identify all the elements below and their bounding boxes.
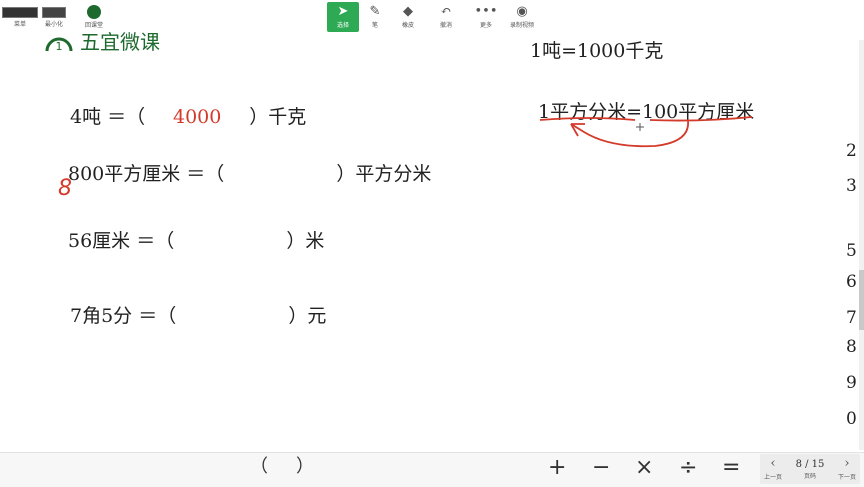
menu-icon xyxy=(2,6,38,18)
pen-tool-label: 笔 xyxy=(371,22,378,29)
eraser-tool-label: 橡皮 xyxy=(401,22,414,29)
pen-icon: ✎ xyxy=(369,4,381,19)
minimize-button[interactable]: 最小化 xyxy=(40,2,68,32)
classroom-button[interactable]: 回课堂 xyxy=(80,2,108,32)
prev-page-button[interactable]: ‹ 上一页 xyxy=(760,454,786,484)
conversion-arrow xyxy=(570,120,689,148)
scrollbar-thumb[interactable] xyxy=(859,270,864,330)
undo-icon: ↶ xyxy=(440,4,452,19)
paren-open-button[interactable]: （ xyxy=(250,452,268,486)
equals-button[interactable]: = xyxy=(722,452,740,486)
classroom-icon xyxy=(87,5,101,19)
pen-tool[interactable]: ✎ 笔 xyxy=(361,2,389,32)
chevron-right-icon: › xyxy=(844,456,850,471)
cursor-icon: ➤ xyxy=(337,4,349,19)
more-icon: ••• xyxy=(474,4,498,19)
page-navigator: ‹ 上一页 8 / 15 页码 › 下一页 xyxy=(760,454,860,484)
select-tool[interactable]: ➤ 选择 xyxy=(327,2,359,32)
next-page-label: 下一页 xyxy=(837,474,856,481)
multiply-button[interactable]: × xyxy=(635,452,653,486)
record-tool[interactable]: ◉ 录制视频 xyxy=(505,2,539,32)
move-cursor-icon xyxy=(636,123,644,131)
record-tool-label: 录制视频 xyxy=(509,22,534,29)
scrollbar-track[interactable] xyxy=(859,40,864,450)
underline-right xyxy=(649,116,753,122)
menu-button[interactable]: 菜单 xyxy=(2,2,38,32)
undo-tool[interactable]: ↶ 撤消 xyxy=(432,2,460,32)
undo-tool-label: 撤消 xyxy=(439,22,452,29)
prev-page-label: 上一页 xyxy=(763,474,782,481)
minus-button[interactable]: − xyxy=(592,452,610,486)
next-page-button[interactable]: › 下一页 xyxy=(834,454,860,484)
page-indicator[interactable]: 8 / 15 页码 xyxy=(788,454,832,484)
more-tool-label: 更多 xyxy=(479,22,492,29)
chevron-left-icon: ‹ xyxy=(770,456,776,471)
page-number: 8 / 15 xyxy=(795,458,825,470)
annotation-layer xyxy=(539,116,753,148)
more-tool[interactable]: ••• 更多 xyxy=(472,2,500,32)
page-indicator-label: 页码 xyxy=(803,472,816,480)
minimize-label: 最小化 xyxy=(44,20,63,28)
minimize-icon xyxy=(42,6,66,18)
select-tool-label: 选择 xyxy=(336,22,349,29)
paren-close-button[interactable]: ） xyxy=(296,452,314,486)
record-icon: ◉ xyxy=(516,4,528,19)
eraser-icon: ◆ xyxy=(403,4,413,19)
divide-button[interactable]: ÷ xyxy=(679,452,697,486)
plus-button[interactable]: + xyxy=(548,452,566,486)
menu-label: 菜单 xyxy=(13,20,26,28)
underline-left xyxy=(539,117,636,121)
classroom-label: 回课堂 xyxy=(84,22,103,29)
eraser-tool[interactable]: ◆ 橡皮 xyxy=(394,2,422,32)
